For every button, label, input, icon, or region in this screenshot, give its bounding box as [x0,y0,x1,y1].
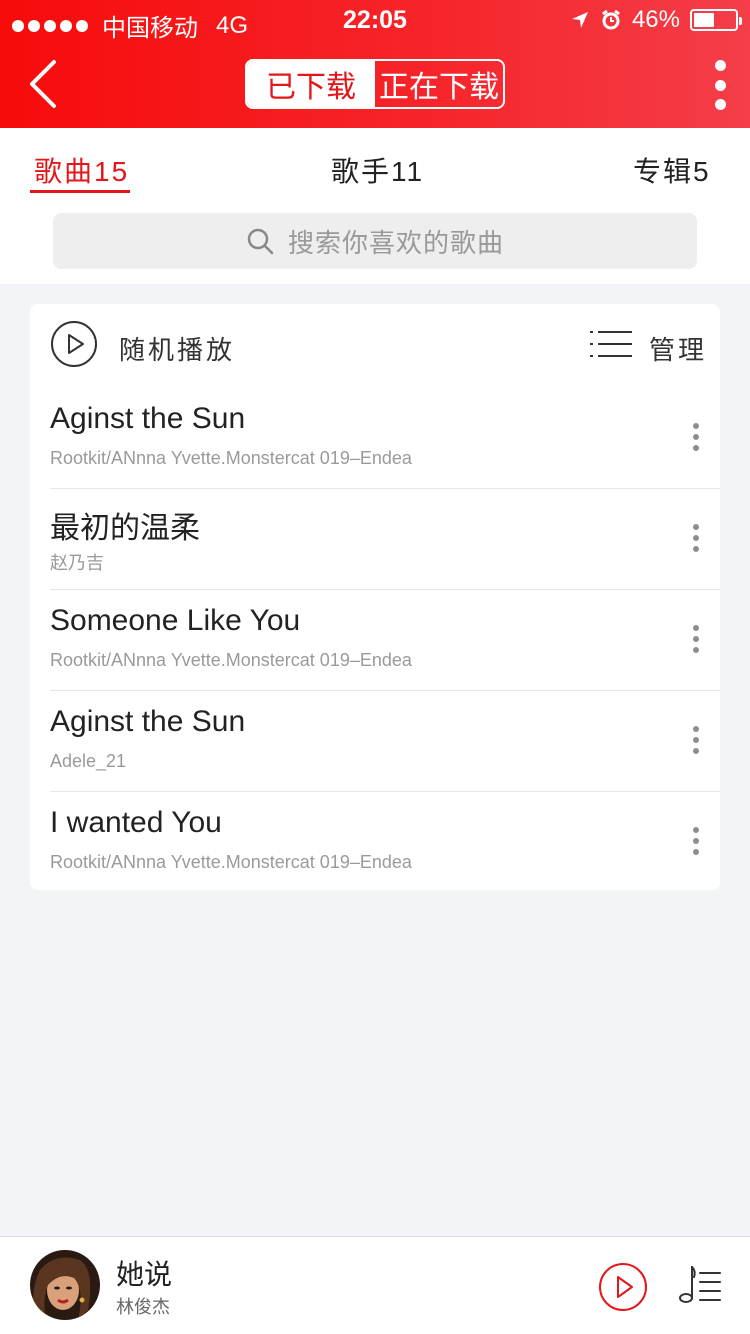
segment-downloading[interactable]: 正在下载 [375,61,503,107]
status-bar: 中国移动 4G 22:05 46% [0,0,750,42]
battery-percent: 46% [631,6,680,33]
song-artist: 赵乃吉 [50,553,104,573]
list-item[interactable]: Aginst the Sun Rootkit/ANnna Yvette.Mons… [30,388,720,489]
song-more-button[interactable] [692,625,700,653]
playlist-icon[interactable] [678,1263,722,1307]
album-cover-image [30,1250,100,1320]
tab-artists[interactable]: 歌手11 [331,150,424,190]
segment-downloaded[interactable]: 已下载 [247,61,375,107]
song-title: Aginst the Sun [50,402,246,435]
manage-button[interactable]: 管理 [649,330,707,367]
list-header-row: 随机播放 管理 [30,304,720,388]
now-playing-title: 她说 [116,1259,173,1290]
more-vertical-icon [693,625,699,631]
more-vertical-icon [693,423,699,429]
more-vertical-icon [714,60,726,71]
song-more-button[interactable] [692,726,700,754]
shuffle-play-button[interactable]: 随机播放 [119,330,235,367]
more-vertical-icon [693,827,699,833]
song-artist: Adele_21 [50,751,127,771]
download-segmented-control: 已下载 正在下载 [245,59,505,109]
song-title: Someone Like You [50,604,301,637]
status-right: 46% [570,6,742,34]
tab-songs[interactable]: 歌曲15 [34,150,129,190]
top-header: 中国移动 4G 22:05 46% 已下载 正在下载 [0,0,750,128]
play-circle-icon[interactable] [598,1262,648,1312]
tab-active-indicator [30,190,130,193]
song-artist: Rootkit/ANnna Yvette.Monstercat 019–Ende… [50,650,412,670]
song-list-card: 随机播放 管理 Aginst the Sun Rootkit/ANnna Yve… [30,304,720,890]
list-item[interactable]: 最初的温柔 赵乃吉 [30,489,720,590]
song-more-button[interactable] [692,423,700,451]
now-playing-bar[interactable]: 她说 林俊杰 [0,1236,750,1334]
song-title: I wanted You [50,806,222,839]
tab-albums[interactable]: 专辑5 [633,150,711,190]
alarm-icon [602,9,620,30]
more-vertical-icon [693,726,699,732]
song-more-button[interactable] [692,524,700,552]
search-input[interactable]: 搜索你喜欢的歌曲 [53,213,697,269]
list-icon[interactable] [590,330,632,358]
song-title: 最初的温柔 [50,512,200,545]
album-cover-avatar[interactable] [30,1250,100,1320]
more-options-button[interactable] [712,60,728,110]
now-playing-artist: 林俊杰 [116,1297,170,1317]
list-item[interactable]: Someone Like You Rootkit/ANnna Yvette.Mo… [30,590,720,691]
song-artist: Rootkit/ANnna Yvette.Monstercat 019–Ende… [50,852,412,872]
song-more-button[interactable] [692,827,700,855]
back-button[interactable] [20,56,70,112]
list-item[interactable]: Aginst the Sun Adele_21 [30,691,720,792]
more-vertical-icon [693,524,699,530]
chevron-left-icon [30,60,56,108]
search-placeholder: 搜索你喜欢的歌曲 [287,227,504,258]
play-circle-icon[interactable] [50,320,98,368]
list-item[interactable]: I wanted You Rootkit/ANnna Yvette.Monste… [30,792,720,893]
song-artist: Rootkit/ANnna Yvette.Monstercat 019–Ende… [50,448,412,468]
search-icon [247,228,274,255]
category-tabs: 歌曲15 歌手11 专辑5 搜索你喜欢的歌曲 [0,128,750,284]
song-title: Aginst the Sun [50,705,246,738]
battery-icon [690,9,742,31]
location-arrow-icon [571,12,588,28]
